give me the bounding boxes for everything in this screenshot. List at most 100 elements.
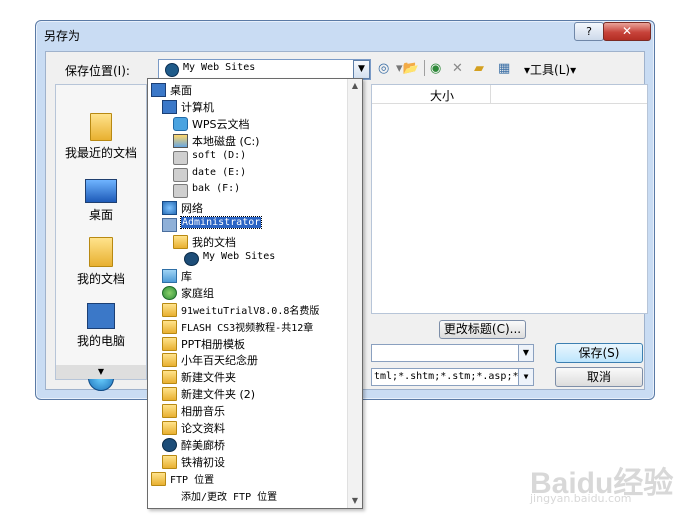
dropdown-item[interactable]: bak (F:) [148, 182, 346, 199]
column-header: 大小 [372, 85, 647, 104]
back-icon[interactable]: ◎ [378, 61, 389, 76]
recent-documents-icon [90, 113, 112, 141]
filetype-value: tml;*.shtm;*.stm;*.asp;* [374, 371, 519, 382]
chevron-up-icon[interactable]: ▲ [348, 79, 362, 93]
desktop-icon [85, 179, 117, 203]
dropdown-item[interactable]: 我的文档 [148, 233, 346, 250]
dropdown-item[interactable]: 论文资料 [148, 419, 346, 436]
baidu-watermark: Baidu经验 jingyan.baidu.com [530, 458, 680, 508]
dialog-title: 另存为 [44, 29, 81, 43]
dropdown-item[interactable]: 小年百天纪念册 [148, 351, 346, 368]
library-icon [162, 268, 177, 283]
close-button[interactable]: ✕ [603, 22, 651, 41]
folder-icon [162, 353, 177, 368]
delete-icon[interactable]: ✕ [452, 61, 463, 76]
dropdown-item[interactable]: soft (D:) [148, 149, 346, 166]
change-title-button[interactable]: 更改标题(C)... [439, 320, 526, 339]
place-label: 我的电脑 [76, 334, 125, 348]
network-icon [162, 201, 177, 216]
dropdown-item-label: 桌面 [170, 84, 192, 97]
dropdown-item[interactable]: date (E:) [148, 166, 346, 183]
chevron-down-icon[interactable]: ▼ [518, 369, 533, 385]
search-web-icon[interactable]: ◉ [430, 61, 441, 76]
dropdown-item[interactable]: FLASH CS3视频教程-共12章 [148, 318, 346, 335]
places-bar: 我最近的文档 桌面 我的文档 我的电脑 ▼ [55, 84, 147, 391]
dropdown-item-label: soft (D:) [192, 149, 247, 161]
dropdown-item[interactable]: WPS云文档 [148, 115, 346, 132]
place-desktop[interactable]: 桌面 [56, 179, 146, 223]
dropdown-item[interactable]: 醉美廊桥 [148, 436, 346, 453]
dropdown-item[interactable]: Administrator [148, 216, 346, 233]
drive-icon [173, 184, 188, 199]
dropdown-item[interactable]: 家庭组 [148, 284, 346, 301]
dropdown-item-label: 新建文件夹 [181, 371, 236, 385]
help-button[interactable]: ? [574, 22, 604, 41]
dropdown-scrollbar[interactable]: ▲ ▼ [347, 79, 362, 508]
chevron-down-icon[interactable]: ▼ [518, 345, 533, 361]
up-folder-icon[interactable]: ▾📂 [396, 61, 419, 76]
dropdown-item[interactable]: 新建文件夹 [148, 368, 346, 385]
dropdown-item-label: 库 [181, 269, 192, 283]
dropdown-item[interactable]: 网络 [148, 199, 346, 216]
dropdown-item-label: 网络 [181, 202, 203, 216]
folder-icon [162, 404, 177, 419]
my-computer-icon [87, 303, 115, 329]
cancel-button[interactable]: 取消 [555, 367, 643, 387]
dropdown-item[interactable]: 新建文件夹 (2) [148, 385, 346, 402]
chevron-down-icon[interactable]: ▼ [348, 494, 362, 508]
wps-cloud-icon [173, 116, 188, 131]
dropdown-item-label: Administrator [179, 216, 263, 230]
filename-field[interactable]: ▼ [371, 344, 534, 362]
drive-icon [173, 167, 188, 182]
views-icon[interactable]: ▦ [498, 61, 510, 76]
save-in-value: My Web Sites [183, 62, 256, 73]
save-button[interactable]: 保存(S) [555, 343, 643, 363]
place-my-computer[interactable]: 我的电脑 [56, 303, 146, 349]
dropdown-item-label: 铁褙初设 [181, 455, 225, 469]
computer-icon [162, 99, 177, 114]
dropdown-item-label: WPS云文档 [192, 117, 250, 131]
place-recent[interactable]: 我最近的文档 [56, 113, 146, 161]
tools-menu[interactable]: ▾工具(L)▾ [524, 61, 576, 78]
folder-icon [162, 319, 177, 334]
filetype-select[interactable]: tml;*.shtm;*.stm;*.asp;* ▼ [371, 368, 534, 386]
column-size[interactable]: 大小 [430, 87, 454, 104]
chevron-down-icon[interactable]: ▼ [353, 60, 370, 79]
dropdown-item[interactable]: 91weituTrialV8.0.8名费版 [148, 301, 346, 318]
column-divider [490, 85, 491, 103]
dropdown-item[interactable]: 本地磁盘 (C:) [148, 132, 346, 149]
places-scroll-down[interactable]: ▼ [56, 365, 146, 379]
dropdown-item-label: 我的文档 [192, 236, 236, 250]
save-in-dropdown-list[interactable]: 桌面 计算机 WPS云文档 本地磁盘 (C:) soft (D:) date (E:) ba… [147, 78, 363, 509]
folder-icon [162, 454, 177, 469]
dropdown-item[interactable]: 桌面 [148, 81, 346, 98]
dropdown-item[interactable]: 铁褙初设 [148, 453, 346, 470]
homegroup-icon [162, 285, 177, 300]
folder-icon [151, 471, 166, 486]
file-list[interactable]: 大小 [371, 84, 648, 314]
dropdown-item[interactable]: 相册音乐 [148, 402, 346, 419]
save-in-combo[interactable]: My Web Sites ▼ [158, 59, 371, 80]
dropdown-item[interactable]: 库 [148, 267, 346, 284]
place-my-documents[interactable]: 我的文档 [56, 237, 146, 287]
save-in-label: 保存位置(I): [65, 64, 130, 78]
place-label: 桌面 [88, 208, 113, 222]
new-folder-icon[interactable]: ▰ [474, 61, 484, 76]
dropdown-item[interactable]: My Web Sites [148, 250, 346, 267]
dropdown-item-label: 家庭组 [181, 286, 214, 300]
dropdown-item-label: PPT相册模板 [181, 337, 245, 351]
dropdown-item[interactable]: PPT相册模板 [148, 335, 346, 352]
dropdown-item-label: My Web Sites [203, 251, 276, 262]
dropdown-item[interactable]: 添加/更改 FTP 位置 [148, 487, 346, 504]
web-folder-icon [162, 437, 177, 452]
folder-icon [162, 421, 177, 435]
dropdown-item-label: bak (F:) [192, 183, 241, 195]
dropdown-item-label: 相册音乐 [181, 405, 225, 419]
dropdown-item-label: 新建文件夹 (2) [181, 388, 256, 402]
dropdown-item[interactable]: 计算机 [148, 98, 346, 115]
web-folder-icon [184, 252, 199, 266]
folder-icon [173, 235, 188, 250]
system-drive-icon [173, 133, 188, 148]
dropdown-item-label: 醉美廊桥 [181, 438, 225, 452]
dropdown-item[interactable]: FTP 位置 [148, 470, 346, 487]
